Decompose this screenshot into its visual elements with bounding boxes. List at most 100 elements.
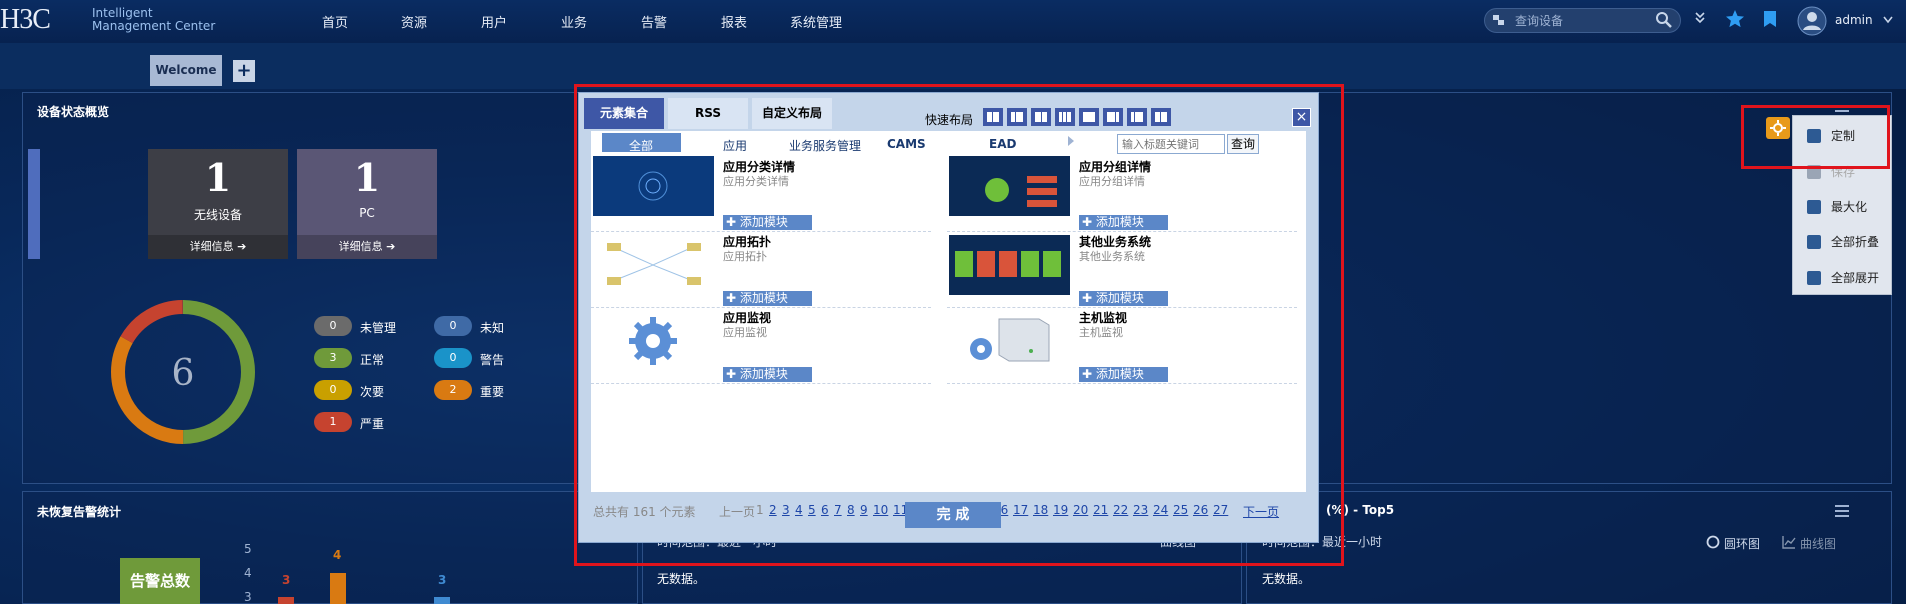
add-tab-button[interactable]: +	[233, 60, 255, 82]
nav-resource[interactable]: 资源	[401, 12, 427, 31]
device-type-icon[interactable]	[1493, 14, 1505, 26]
user-name[interactable]: admin	[1835, 13, 1873, 27]
pc-label: PC	[359, 206, 375, 220]
layout-option-icon[interactable]	[1151, 108, 1171, 126]
current-page: 1	[756, 503, 764, 517]
category-ead[interactable]: EAD	[989, 137, 1016, 151]
nav-report[interactable]: 报表	[721, 12, 747, 31]
right-donut-option[interactable]: 圆环图	[1724, 535, 1760, 552]
dropdown-maximize[interactable]: 最大化	[1807, 197, 1887, 217]
page-link[interactable]: 9	[860, 503, 868, 517]
quick-layout-label: 快速布局	[925, 113, 974, 127]
row-divider	[591, 231, 931, 232]
alarm-bar-label-1: 3	[282, 573, 291, 587]
favorite-star-icon[interactable]	[1725, 9, 1745, 29]
item-thumbnail	[593, 156, 714, 216]
alarm-bar-label-3: 3	[438, 573, 447, 587]
page-link[interactable]: 6	[821, 503, 829, 517]
layout-option-icon[interactable]	[1103, 108, 1123, 126]
close-icon[interactable]: ×	[1292, 108, 1311, 127]
layout-option-icon[interactable]	[983, 108, 1003, 126]
device-panel-title: 设备状态概览	[37, 105, 110, 119]
highlight-outline-dropdown	[1741, 105, 1890, 169]
user-menu-chevron-icon[interactable]	[1883, 16, 1893, 24]
donut-chart-icon[interactable]	[1706, 535, 1720, 549]
logo-subtitle: Intelligent Management Center	[92, 6, 216, 33]
page-link[interactable]: 24	[1153, 503, 1168, 517]
layout-option-icon[interactable]	[1007, 108, 1027, 126]
logo: H3C	[0, 4, 51, 35]
page-link[interactable]: 2	[769, 503, 777, 517]
dropdown-collapse-all[interactable]: 全部折叠	[1807, 232, 1887, 252]
nav-home[interactable]: 首页	[322, 12, 348, 31]
query-button[interactable]: 查询	[1227, 134, 1259, 154]
item-desc: 应用拓扑	[723, 250, 767, 263]
page-link[interactable]: 8	[847, 503, 855, 517]
tab-rss[interactable]: RSS	[668, 98, 748, 129]
category-app[interactable]: 应用	[723, 137, 747, 154]
collapse-icon	[1807, 235, 1821, 249]
wireless-detail-link[interactable]: 详细信息 ➔	[148, 235, 288, 259]
done-button[interactable]: 完 成	[905, 502, 1001, 528]
category-next-arrow-icon[interactable]	[1067, 135, 1075, 147]
collapse-chevron-icon[interactable]	[1694, 11, 1706, 25]
nav-user[interactable]: 用户	[481, 12, 507, 31]
user-avatar-icon[interactable]	[1797, 6, 1827, 36]
category-cams[interactable]: CAMS	[887, 137, 926, 151]
expand-icon	[1807, 271, 1821, 285]
element-library-dialog: 元素集合 RSS 自定义布局 快速布局 × 全部 应用 业务服务管理 CAMS …	[578, 92, 1319, 543]
page-link[interactable]: 17	[1013, 503, 1028, 517]
category-all[interactable]: 全部	[629, 137, 653, 154]
tab-custom-layout[interactable]: 自定义布局	[752, 98, 832, 129]
layout-option-icon[interactable]	[1127, 108, 1147, 126]
add-module-button[interactable]: ✚ 添加模块	[1079, 215, 1168, 230]
layout-option-icon[interactable]	[1079, 108, 1099, 126]
page-link[interactable]: 7	[834, 503, 842, 517]
page-link[interactable]: 10	[873, 503, 888, 517]
dropdown-expand-all[interactable]: 全部展开	[1807, 268, 1887, 288]
right-line-option[interactable]: 曲线图	[1800, 535, 1836, 552]
pc-detail-link[interactable]: 详细信息 ➔	[297, 235, 437, 259]
page-link[interactable]: 20	[1073, 503, 1088, 517]
search-input[interactable]	[1515, 12, 1645, 29]
add-module-button[interactable]: ✚ 添加模块	[723, 291, 812, 306]
next-page[interactable]: 下一页	[1243, 503, 1279, 520]
line-chart-icon[interactable]	[1782, 535, 1796, 549]
nav-service[interactable]: 业务	[561, 12, 587, 31]
nav-system[interactable]: 系统管理	[790, 12, 842, 31]
alarm-axis-5: 5	[244, 542, 252, 556]
page-link[interactable]: 4	[795, 503, 803, 517]
add-module-button[interactable]: ✚ 添加模块	[723, 367, 812, 382]
page-link[interactable]: 27	[1213, 503, 1228, 517]
page-link[interactable]: 23	[1133, 503, 1148, 517]
alarm-bar-label-2: 4	[333, 548, 342, 562]
page-link[interactable]: 22	[1113, 503, 1128, 517]
row-divider	[947, 383, 1297, 384]
search-icon[interactable]	[1655, 11, 1673, 29]
pc-card[interactable]: 1 PC 详细信息 ➔	[297, 149, 437, 259]
item-desc: 应用分类详情	[723, 175, 789, 188]
item-desc: 其他业务系统	[1079, 250, 1145, 263]
add-module-button[interactable]: ✚ 添加模块	[1079, 367, 1168, 382]
layout-option-icon[interactable]	[1055, 108, 1075, 126]
plus-icon: ✚	[726, 367, 737, 381]
page-link[interactable]: 18	[1033, 503, 1048, 517]
page-link[interactable]: 25	[1173, 503, 1188, 517]
nav-alarm[interactable]: 告警	[641, 12, 667, 31]
page-link[interactable]: 19	[1053, 503, 1068, 517]
tab-welcome[interactable]: Welcome	[150, 55, 222, 86]
category-bsm[interactable]: 业务服务管理	[789, 137, 861, 154]
add-module-button[interactable]: ✚ 添加模块	[1079, 291, 1168, 306]
bookmark-icon[interactable]	[1762, 10, 1778, 28]
right-panel-menu-icon[interactable]	[1835, 505, 1849, 517]
prev-page[interactable]: 上一页	[719, 503, 755, 520]
page-link[interactable]: 21	[1093, 503, 1108, 517]
page-link[interactable]: 26	[1193, 503, 1208, 517]
element-filter-input[interactable]	[1117, 134, 1225, 154]
wireless-device-card[interactable]: 1 无线设备 详细信息 ➔	[148, 149, 288, 259]
page-link[interactable]: 5	[808, 503, 816, 517]
page-link[interactable]: 3	[782, 503, 790, 517]
add-module-button[interactable]: ✚ 添加模块	[723, 215, 812, 230]
layout-option-icon[interactable]	[1031, 108, 1051, 126]
tab-element-set[interactable]: 元素集合	[584, 98, 664, 129]
